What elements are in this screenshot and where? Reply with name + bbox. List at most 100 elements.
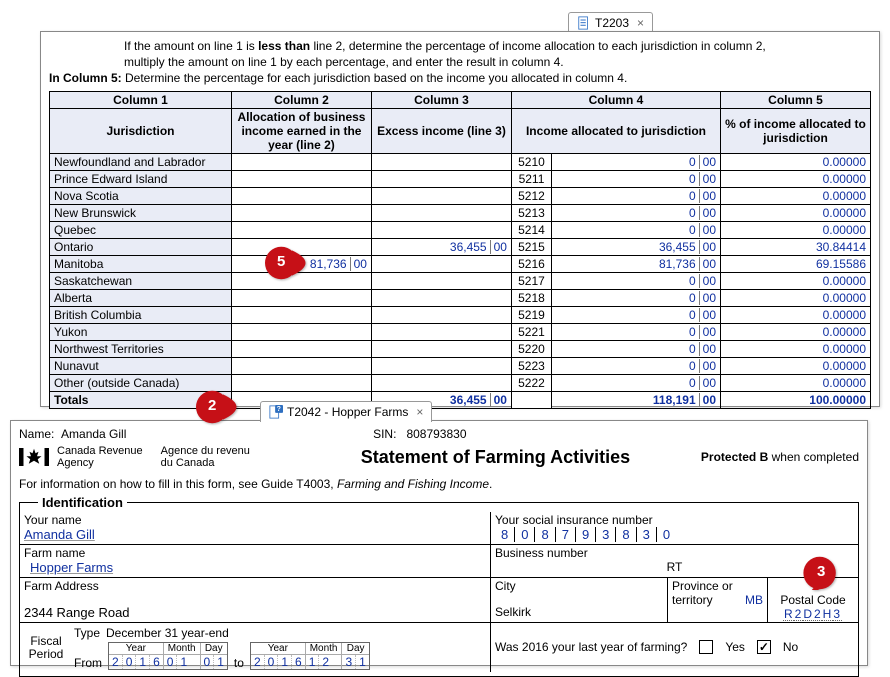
jurisdiction-name: Newfoundland and Labrador [50, 153, 232, 170]
t2042-panel: Name: Amanda Gill SIN: 808793830 Canada … [10, 420, 868, 666]
type-label: Type [74, 626, 100, 640]
percent-value: 0.00000 [721, 187, 871, 204]
line-code: 5223 [511, 357, 551, 374]
table-row: Northwest Territories52200000.00000 [50, 340, 871, 357]
sin-value: 808793830 [406, 427, 466, 441]
farm-name-field[interactable]: Hopper Farms [24, 560, 486, 575]
table-row: Ontario36,45500521536,4550030.84414 [50, 238, 871, 255]
instructions: If the amount on line 1 is less than lin… [49, 38, 871, 87]
callout-marker-2: 2 [196, 390, 250, 424]
agency-name: Canada RevenueAgency Agence du revenudu … [57, 445, 250, 469]
identification-legend: Identification [38, 495, 127, 510]
line-code: 5211 [511, 170, 551, 187]
callout-marker-5: 5 [265, 246, 319, 280]
percent-value: 0.00000 [721, 221, 871, 238]
jurisdiction-name: British Columbia [50, 306, 232, 323]
to-date-field[interactable]: Year2016Month12Day31 [250, 642, 370, 670]
table-row: British Columbia52190000.00000 [50, 306, 871, 323]
to-label: to [234, 656, 244, 670]
last-year-question: Was 2016 your last year of farming? [495, 640, 687, 654]
svg-text:?: ? [277, 406, 281, 413]
jurisdiction-name: Alberta [50, 289, 232, 306]
line-code: 5220 [511, 340, 551, 357]
fiscal-period-label: Fiscal Period [24, 635, 68, 661]
percent-value: 0.00000 [721, 357, 871, 374]
tab-label: T2203 [595, 16, 629, 30]
line-code: 5213 [511, 204, 551, 221]
tab-label: T2042 - Hopper Farms [287, 405, 408, 419]
table-row: Alberta52180000.00000 [50, 289, 871, 306]
document-help-icon: ? [269, 405, 283, 419]
name-value: Amanda Gill [61, 427, 126, 441]
farm-name-label: Farm name [24, 546, 486, 560]
line-code: 5217 [511, 272, 551, 289]
line-code: 5215 [511, 238, 551, 255]
table-row: Other (outside Canada)52220000.00000 [50, 374, 871, 391]
your-name-field[interactable]: Amanda Gill [24, 527, 486, 542]
percent-value: 0.00000 [721, 306, 871, 323]
totals-row: Totals36,45500118,19100100.00000 [50, 391, 871, 408]
farm-address-field[interactable]: 2344 Range Road [24, 605, 486, 620]
col-header-3: Column 3 [371, 91, 511, 108]
line-code: 5216 [511, 255, 551, 272]
table-row: Manitoba81,73600521681,7360069.15586 [50, 255, 871, 272]
sin-box-label: Your social insurance number [495, 513, 854, 527]
percent-value: 0.00000 [721, 170, 871, 187]
jurisdiction-name: Manitoba [50, 255, 232, 272]
percent-value: 0.00000 [721, 323, 871, 340]
col-header-5: Column 5 [721, 91, 871, 108]
from-date-field[interactable]: Year2016Month01Day01 [108, 642, 228, 670]
table-row: Newfoundland and Labrador52100000.00000 [50, 153, 871, 170]
line-code: 5214 [511, 221, 551, 238]
subhead-allocation: Allocation of business income earned in … [231, 108, 371, 153]
province-label-1: Province or [672, 579, 763, 593]
postal-code-field[interactable]: R2D2H3 [772, 607, 854, 621]
percent-value: 0.00000 [721, 204, 871, 221]
type-field[interactable]: December 31 year-end [106, 626, 486, 640]
col-header-4: Column 4 [511, 91, 720, 108]
jurisdiction-name: Ontario [50, 238, 232, 255]
percent-value: 69.15586 [721, 255, 871, 272]
form-title: Statement of Farming Activities [298, 447, 693, 468]
jurisdiction-name: Nunavut [50, 357, 232, 374]
no-checkbox[interactable]: ✓ [757, 640, 771, 654]
percent-value: 0.00000 [721, 272, 871, 289]
percent-value: 30.84414 [721, 238, 871, 255]
no-label: No [783, 640, 798, 654]
document-icon [577, 16, 591, 30]
jurisdiction-name: Prince Edward Island [50, 170, 232, 187]
col-header-2: Column 2 [231, 91, 371, 108]
subhead-excess: Excess income (line 3) [371, 108, 511, 153]
jurisdiction-name: Quebec [50, 221, 232, 238]
sin-field[interactable]: 808793830 [495, 527, 854, 542]
jurisdiction-name: Saskatchewan [50, 272, 232, 289]
line-code: 5212 [511, 187, 551, 204]
city-field[interactable]: Selkirk [495, 605, 663, 619]
jurisdiction-name: Other (outside Canada) [50, 374, 232, 391]
tab-t2042[interactable]: ? T2042 - Hopper Farms × [260, 401, 432, 422]
table-row: Quebec52140000.00000 [50, 221, 871, 238]
line-code: 5219 [511, 306, 551, 323]
canada-flag-icon [19, 443, 49, 471]
percent-value: 0.00000 [721, 340, 871, 357]
table-row: New Brunswick52130000.00000 [50, 204, 871, 221]
yes-label: Yes [725, 640, 745, 654]
table-row: Prince Edward Island52110000.00000 [50, 170, 871, 187]
jurisdiction-name: Nova Scotia [50, 187, 232, 204]
percent-value: 0.00000 [721, 374, 871, 391]
close-icon[interactable]: × [637, 16, 644, 30]
yes-checkbox[interactable] [699, 640, 713, 654]
from-label: From [74, 656, 102, 670]
jurisdiction-name: New Brunswick [50, 204, 232, 221]
protected-label: Protected B when completed [701, 450, 859, 464]
subhead-income-allocated: Income allocated to jurisdiction [511, 108, 720, 153]
farm-address-label: Farm Address [24, 579, 486, 593]
close-icon[interactable]: × [416, 405, 423, 419]
postal-label: Postal Code [772, 593, 854, 607]
percent-value: 0.00000 [721, 289, 871, 306]
province-field[interactable]: MB [745, 593, 763, 607]
your-name-label: Your name [24, 513, 486, 527]
line-code: 5222 [511, 374, 551, 391]
city-label: City [495, 579, 663, 593]
tab-t2203[interactable]: T2203 × [568, 12, 653, 33]
